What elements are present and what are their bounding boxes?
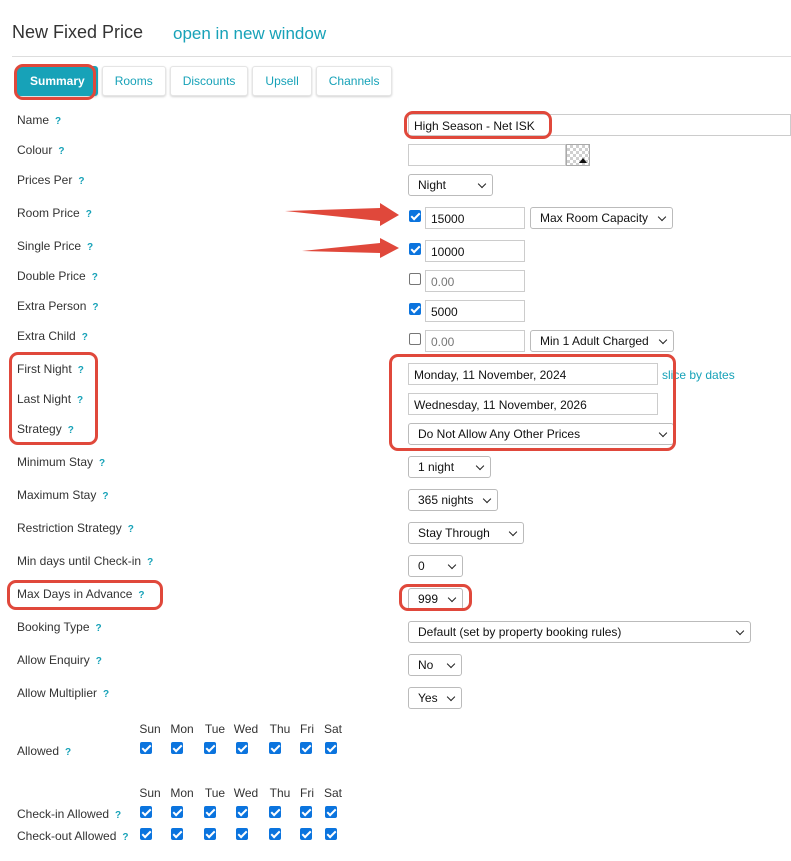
annotation-arrows [285,203,399,258]
arrow-single-price [302,238,399,258]
arrow-room-price [285,203,399,226]
